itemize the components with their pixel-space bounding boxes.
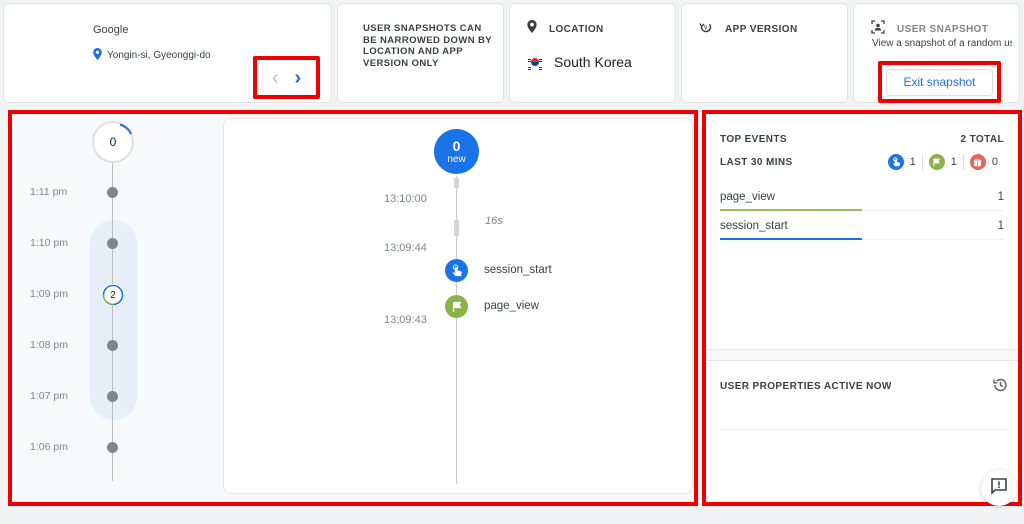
history-icon[interactable] (992, 377, 1008, 398)
top-events-section: TOP EVENTS 2 TOTAL LAST 30 MINS 1 1 0 pa… (706, 114, 1018, 350)
app-version-icon: V (699, 20, 713, 39)
new-events-bubble[interactable]: 0 new (434, 129, 479, 174)
top-events-period-row: LAST 30 MINS 1 1 0 (720, 154, 1004, 170)
touch-icon (887, 154, 904, 170)
new-events-label: new (447, 153, 466, 165)
flag-icon[interactable] (445, 295, 468, 318)
top-event-share-bar (720, 209, 862, 211)
exit-snapshot-button[interactable]: Exit snapshot (886, 68, 993, 96)
user-properties-header: USER PROPERTIES ACTIVE NOW (720, 381, 1004, 392)
flag-icon (928, 154, 945, 170)
device-card: Google Yongin-si, Gyeonggi-do ‹ › (3, 3, 332, 103)
top-event-value: 1 (997, 220, 1004, 232)
event-type-counts: 1 1 0 (882, 154, 1004, 170)
minute-label: 1:07 pm (30, 390, 68, 402)
country: South Korea (528, 54, 632, 70)
gap-marker (454, 220, 459, 236)
minute-event-count-value: 2 (110, 289, 116, 301)
notice-card: USER SNAPSHOTS CAN BE NARROWED DOWN BY L… (337, 3, 504, 103)
app-version-label: APP VERSION (725, 24, 798, 35)
exit-snapshot-highlight: Exit snapshot (878, 61, 1001, 103)
active-range-band (90, 220, 137, 420)
gap-duration: 16s (485, 215, 503, 227)
minute-label: 1:06 pm (30, 441, 68, 453)
event-type-count: 0 (962, 154, 1004, 170)
event-type-count-value: 1 (950, 156, 957, 168)
event-type-count-value: 0 (991, 156, 998, 168)
app-version-header: V APP VERSION (699, 20, 798, 39)
gap-marker (454, 178, 459, 188)
top-events-total: 2 TOTAL (960, 134, 1004, 145)
top-event-name: page_view (720, 191, 775, 203)
chevron-right-icon[interactable]: › (295, 68, 302, 88)
device-navigation: ‹ › (253, 56, 320, 99)
app-version-card[interactable]: V APP VERSION (681, 3, 848, 103)
minute-label: 1:10 pm (30, 237, 68, 249)
minute-label: 1:08 pm (30, 339, 68, 351)
top-event-row[interactable]: page_view 1 (720, 184, 1004, 211)
minute-dot[interactable] (107, 238, 118, 249)
location-label: LOCATION (549, 23, 604, 35)
minute-timeline-line (112, 163, 113, 481)
notice-text: USER SNAPSHOTS CAN BE NARROWED DOWN BY L… (363, 23, 492, 69)
touch-icon[interactable] (445, 259, 468, 282)
event-type-count-value: 1 (909, 156, 916, 168)
user-snapshot-description: View a snapshot of a random user's activ… (872, 38, 1012, 49)
chevron-left-icon[interactable]: ‹ (272, 68, 279, 88)
event-type-count: 1 (882, 154, 922, 170)
timestamp: 13:09:43 (384, 314, 427, 326)
timestamp: 13:10:00 (384, 193, 427, 205)
device-name: Google (93, 24, 129, 36)
top-event-name: session_start (720, 220, 788, 232)
top-event-share-bar (720, 238, 862, 240)
minute-dot[interactable] (107, 391, 118, 402)
event-type-count: 1 (921, 154, 963, 170)
top-events-header: TOP EVENTS 2 TOTAL (720, 134, 1004, 145)
divider (720, 429, 1008, 430)
user-snapshot-card: USER SNAPSHOT View a snapshot of a rando… (853, 3, 1020, 103)
minute-event-count[interactable]: 2 (102, 284, 124, 306)
minute-label: 1:09 pm (30, 288, 68, 300)
location-pin-icon (527, 20, 537, 38)
device-location: Yongin-si, Gyeonggi-do (93, 48, 211, 63)
user-properties-section: USER PROPERTIES ACTIVE NOW (706, 360, 1018, 500)
location-header: LOCATION (527, 20, 604, 38)
user-snapshot-icon (871, 20, 885, 39)
minute-dot[interactable] (107, 340, 118, 351)
event-name[interactable]: page_view (484, 300, 539, 312)
user-properties-title: USER PROPERTIES ACTIVE NOW (720, 381, 892, 392)
feedback-button[interactable] (981, 470, 1017, 506)
top-events-title: TOP EVENTS (720, 134, 787, 145)
top-events-period: LAST 30 MINS (720, 156, 793, 168)
gift-icon (969, 154, 986, 170)
feedback-icon (990, 477, 1008, 500)
user-snapshot-label: USER SNAPSHOT (897, 24, 989, 35)
minute-label: 1:11 pm (30, 186, 68, 198)
location-pin-icon (93, 48, 102, 63)
new-events-count: 0 (452, 137, 461, 154)
location-card[interactable]: LOCATION South Korea (509, 3, 676, 103)
south-korea-flag-icon (528, 57, 542, 70)
event-name[interactable]: session_start (484, 264, 552, 276)
timestamp: 13:09:44 (384, 242, 427, 254)
country-name: South Korea (554, 54, 632, 70)
device-location-text: Yongin-si, Gyeonggi-do (107, 50, 211, 61)
top-event-row[interactable]: session_start 1 (720, 213, 1004, 240)
user-snapshot-header: USER SNAPSHOT (871, 20, 988, 39)
minute-timeline-top-count[interactable]: 0 (92, 121, 134, 163)
minute-dot[interactable] (107, 442, 118, 453)
top-event-value: 1 (997, 191, 1004, 203)
minute-dot[interactable] (107, 187, 118, 198)
